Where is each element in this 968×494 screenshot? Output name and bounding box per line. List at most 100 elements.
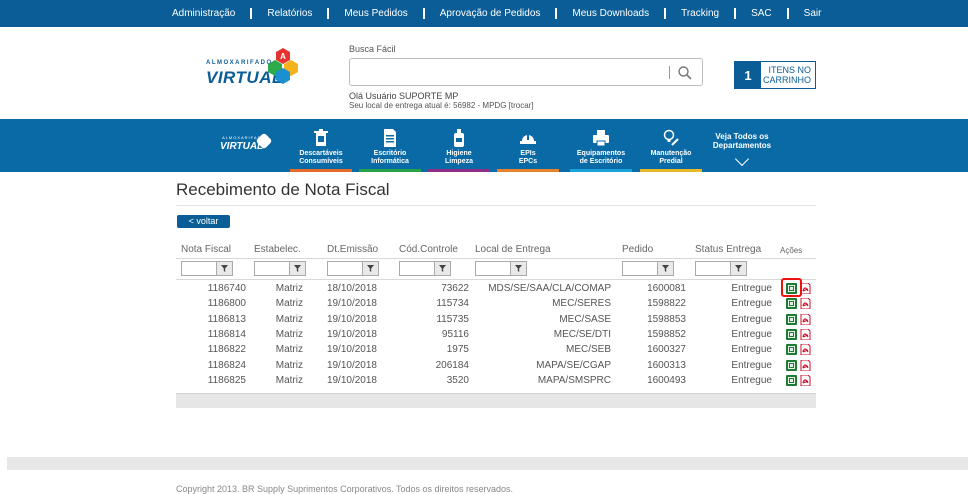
category-escritorio-line2: Informática [371,158,409,165]
site-logo[interactable]: ALMOXARIFADO VIRTUAL A [206,46,298,100]
pdf-export-icon[interactable] [800,374,811,386]
excel-grid-icon [789,331,794,337]
category-higiene[interactable]: Higiene Limpeza [428,119,490,172]
filter-input-nota-fiscal[interactable] [181,261,216,276]
cell-dt-emissao: 18/10/2018 [326,283,377,294]
filter-input-cod-controle[interactable] [399,261,434,276]
cell-pedido: 1600313 [647,359,686,371]
filter-divider [176,279,816,280]
category-equipamentos-line2: de Escritório [579,158,623,165]
cell-dt-emissao: 19/10/2018 [326,359,377,371]
cell-cod-controle: 115734 [436,298,469,310]
grid-horizontal-scrollbar[interactable] [176,393,816,408]
cell-dt-emissao: 19/10/2018 [326,298,377,310]
header-estabelec[interactable]: Estabelec. [254,244,301,255]
cell-pedido: 1598852 [647,328,686,340]
table-row: 1186813 Matriz 19/10/2018 115735 MEC/SASE 159… [176,313,816,326]
cell-cod-controle: 95116 [441,328,469,340]
header-cod-controle[interactable]: Cód.Controle [399,244,458,255]
excel-export-icon[interactable] [786,313,797,325]
filter-button-status-entrega[interactable] [730,261,747,276]
pdf-export-icon[interactable] [800,359,811,371]
header-acoes: Ações [780,246,803,255]
header-local-entrega[interactable]: Local de Entrega [475,244,551,255]
header-status-entrega[interactable]: Status Entrega [695,244,761,255]
trash-icon [314,129,328,146]
cell-dt-emissao: 19/10/2018 [326,328,377,340]
cell-pedido: 1600081 [647,283,686,294]
cell-dt-emissao: 19/10/2018 [326,313,377,325]
filter-button-estabelec[interactable] [289,261,306,276]
pdf-export-icon[interactable] [800,328,811,340]
top-nav-bar: Administração Relatórios Meus Pedidos Ap… [0,0,968,27]
filter-input-status-entrega[interactable] [695,261,730,276]
filter-button-pedido[interactable] [657,261,674,276]
filter-icon [515,265,522,272]
category-bar: ALMOXARIFADO VIRTUAL Descartáveis Consum… [0,119,968,172]
cell-local-entrega: MAPA/SMSPRC [537,374,611,386]
soap-bottle-icon [454,129,464,147]
pdf-export-icon[interactable] [800,344,811,356]
filter-icon [221,265,228,272]
excel-export-icon[interactable] [786,328,797,340]
excel-grid-icon [789,377,794,383]
pdf-export-icon[interactable] [800,298,811,310]
header-pedido[interactable]: Pedido [622,244,653,255]
top-nav-meus-pedidos[interactable]: Meus Pedidos [327,8,422,19]
category-home-logo[interactable]: ALMOXARIFADO VIRTUAL [214,119,276,172]
filter-icon [439,265,446,272]
excel-export-icon[interactable] [786,359,797,371]
category-epis[interactable]: EPIs EPCs [497,119,559,172]
cell-status-entrega: Entregue [731,313,772,325]
top-nav-sair[interactable]: Sair [786,8,837,19]
category-manutencao[interactable]: Manutenção Predial [640,119,702,172]
top-nav-meus-downloads[interactable]: Meus Downloads [555,8,664,19]
top-nav-tracking[interactable]: Tracking [664,8,734,19]
category-equipamentos[interactable]: Equipamentos de Escritório [570,119,632,172]
filter-input-pedido[interactable] [622,261,657,276]
pdf-export-icon[interactable] [800,313,811,325]
helmet-icon [520,134,536,144]
header-dt-emissao[interactable]: Dt.Emissão [327,244,378,255]
top-menu: Administração Relatórios Meus Pedidos Ap… [172,0,836,27]
delivery-location[interactable]: Seu local de entrega atual é: 56982 - MP… [349,101,534,110]
filter-button-local-entrega[interactable] [510,261,527,276]
excel-grid-icon [789,301,794,307]
copyright-text: Copyright 2013. BR Supply Suprimentos Co… [176,484,514,494]
cell-local-entrega: MEC/SE/DTI [553,328,611,340]
top-nav-relatorios[interactable]: Relatórios [250,8,327,19]
filter-button-cod-controle[interactable] [434,261,451,276]
top-nav-administracao[interactable]: Administração [172,8,250,19]
cart-button[interactable]: 1 ITENS NO CARRINHO [734,61,816,89]
header-nota-fiscal[interactable]: Nota Fiscal [181,244,231,255]
search-input[interactable] [356,64,666,81]
cell-dt-emissao: 19/10/2018 [326,344,377,356]
filter-icon [367,265,374,272]
top-nav-aprovacao-pedidos[interactable]: Aprovação de Pedidos [422,8,556,19]
category-equipamentos-line1: Equipamentos [576,150,626,157]
filter-button-nota-fiscal[interactable] [216,261,233,276]
top-nav-sac[interactable]: SAC [734,8,787,19]
excel-grid-icon [789,347,794,353]
cell-pedido: 1598822 [647,298,686,310]
category-escritorio[interactable]: Escritório Informática [359,119,421,172]
back-button[interactable]: < voltar [177,215,230,228]
search-icon[interactable] [677,65,693,81]
excel-export-icon[interactable] [786,298,797,310]
cell-nota-fiscal: 1186740 [207,283,246,294]
all-departments-button[interactable]: Veja Todos os Departamentos [708,119,776,172]
cell-estabelec: Matriz [275,344,303,356]
all-departments-line2: Departamentos [712,141,772,150]
category-higiene-line2: Limpeza [444,158,473,165]
table-row: 1186814 Matriz 19/10/2018 95116 MEC/SE/DTI 15… [176,327,816,341]
cell-estabelec: Matriz [275,298,303,310]
cell-local-entrega: MAPA/SE/CGAP [536,359,611,371]
category-descartaveis[interactable]: Descartáveis Consumíveis [290,119,352,172]
filter-input-estabelec[interactable] [254,261,289,276]
excel-export-icon[interactable] [786,344,797,356]
category-descartaveis-line1: Descartáveis [299,150,343,157]
excel-export-icon[interactable] [786,374,797,386]
filter-input-dt-emissao[interactable] [327,261,362,276]
filter-input-local-entrega[interactable] [475,261,510,276]
filter-button-dt-emissao[interactable] [362,261,379,276]
